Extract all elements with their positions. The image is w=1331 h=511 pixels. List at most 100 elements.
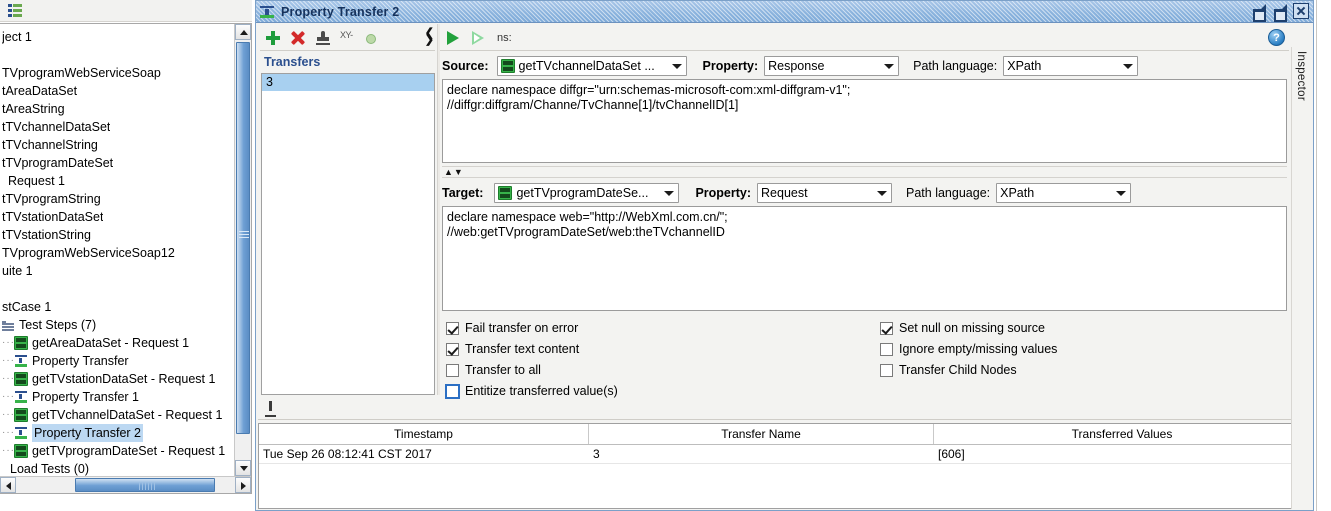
- tree-item[interactable]: [0, 280, 234, 298]
- scroll-up-arrow[interactable]: [235, 24, 251, 40]
- run-icon[interactable]: [445, 30, 461, 46]
- transfers-toolbar: XY- ❮ ❯: [260, 25, 435, 51]
- source-path-language-label: Path language:: [913, 59, 998, 73]
- source-property-dropdown[interactable]: Response: [764, 56, 900, 76]
- tree-item[interactable]: tAreaString: [0, 100, 234, 118]
- list-icon[interactable]: [8, 4, 24, 17]
- clear-icon[interactable]: [264, 401, 278, 417]
- transfer-log-table[interactable]: Timestamp Transfer Name Transferred Valu…: [258, 423, 1311, 509]
- tree-item[interactable]: ··· getAreaDataSet - Request 1: [0, 334, 234, 352]
- tree-item[interactable]: Request 1: [0, 172, 234, 190]
- checkbox[interactable]: [880, 363, 893, 377]
- stamp-icon[interactable]: [315, 30, 331, 46]
- target-step-dropdown[interactable]: getTVprogramDateSe...: [494, 183, 680, 203]
- tree-line: ···: [2, 427, 15, 438]
- option-entitize-transferred-values[interactable]: Entitize transferred value(s): [445, 383, 618, 399]
- tree-item[interactable]: ··· Property Transfer: [0, 352, 234, 370]
- target-label: Target:: [442, 186, 484, 200]
- horizontal-scroll-thumb[interactable]: [75, 478, 215, 492]
- collapse-chevrons-icon[interactable]: ❮ ❯: [425, 28, 434, 46]
- property-transfer-icon: [14, 354, 28, 368]
- tree-item[interactable]: tTVchannelDataSet: [0, 118, 234, 136]
- transfers-list[interactable]: 3: [261, 73, 435, 395]
- tree-item[interactable]: ··· getTVprogramDateSet - Request 1: [0, 442, 234, 460]
- option-set-null-on-missing-source[interactable]: Set null on missing source: [880, 321, 1045, 335]
- tree-item[interactable]: ··· getTVstationDataSet - Request 1: [0, 370, 234, 388]
- scroll-down-arrow[interactable]: [235, 460, 251, 476]
- target-path-language-dropdown[interactable]: XPath: [996, 183, 1132, 203]
- column-header-timestamp[interactable]: Timestamp: [259, 424, 589, 444]
- target-step-value: getTVprogramDateSe...: [516, 186, 649, 200]
- checkbox[interactable]: [446, 363, 459, 377]
- close-button[interactable]: [1293, 3, 1309, 19]
- x-icon[interactable]: [290, 30, 306, 46]
- tree-item[interactable]: tTVprogramDateSet: [0, 154, 234, 172]
- transfer-list-item[interactable]: 3: [262, 74, 434, 91]
- scroll-right-arrow[interactable]: [235, 477, 251, 493]
- option-transfer-child-nodes[interactable]: Transfer Child Nodes: [880, 363, 1017, 377]
- source-row: Source: getTVchannelDataSet ... Property…: [442, 55, 1287, 77]
- tree-item[interactable]: tAreaDataSet: [0, 82, 234, 100]
- chevron-down-icon: [1123, 64, 1134, 69]
- table-row[interactable]: Tue Sep 26 08:12:41 CST 2017 3 [606]: [259, 445, 1310, 464]
- screen-root: ject 1 TVprogramWebServiceSoap tAreaData…: [0, 0, 1331, 511]
- checkbox[interactable]: [446, 321, 459, 335]
- checkbox[interactable]: [880, 342, 893, 356]
- run-all-icon[interactable]: [470, 30, 486, 46]
- source-path-language-dropdown[interactable]: XPath: [1003, 56, 1139, 76]
- tree-item-property-transfer-2[interactable]: ··· Property Transfer 2: [0, 424, 234, 442]
- target-property-dropdown[interactable]: Request: [757, 183, 893, 203]
- maximize-button[interactable]: [1272, 3, 1288, 22]
- collapse-arrows-icon[interactable]: ▲▼: [444, 167, 464, 177]
- restore-down-button[interactable]: [1251, 3, 1267, 22]
- window-buttons: [1251, 3, 1309, 22]
- tree-item-load-tests[interactable]: Load Tests (0): [0, 460, 234, 476]
- column-header-transferred-values[interactable]: Transferred Values: [934, 424, 1310, 444]
- inspector-label[interactable]: Inspector: [1295, 51, 1307, 101]
- checkbox[interactable]: [880, 321, 893, 335]
- tree-item[interactable]: tTVprogramString: [0, 190, 234, 208]
- tree-item[interactable]: ject 1: [0, 28, 234, 46]
- tree-line: ···: [2, 409, 15, 420]
- tree-item[interactable]: ··· getTVchannelDataSet - Request 1: [0, 406, 234, 424]
- chevron-down-icon: [1116, 191, 1127, 196]
- tree-item[interactable]: tTVstationString: [0, 226, 234, 244]
- vertical-scroll-thumb[interactable]: [236, 42, 250, 434]
- option-fail-transfer-on-error[interactable]: Fail transfer on error: [446, 321, 578, 335]
- source-label: Source:: [442, 59, 489, 73]
- chevron-down-icon: [884, 64, 895, 69]
- target-query-editor[interactable]: declare namespace web="http://WebXml.com…: [442, 206, 1287, 311]
- navigator-vertical-scrollbar[interactable]: [234, 24, 251, 476]
- scroll-left-arrow[interactable]: [0, 477, 16, 493]
- navigator-toolbar: [0, 0, 252, 22]
- option-ignore-empty-missing-values[interactable]: Ignore empty/missing values: [880, 342, 1057, 356]
- plus-icon[interactable]: [265, 30, 281, 46]
- target-property-label: Property:: [695, 186, 752, 200]
- option-transfer-to-all[interactable]: Transfer to all: [446, 363, 541, 377]
- option-transfer-text-content[interactable]: Transfer text content: [446, 342, 579, 356]
- tree-item[interactable]: stCase 1: [0, 298, 234, 316]
- source-target-splitter[interactable]: ▲▼: [442, 166, 1287, 178]
- tree-item[interactable]: TVprogramWebServiceSoap12: [0, 244, 234, 262]
- transfer-editor: ns: ? Source: getTVchannelDataSet ... Pr…: [440, 25, 1289, 399]
- project-tree[interactable]: ject 1 TVprogramWebServiceSoap tAreaData…: [0, 23, 252, 494]
- source-query-editor[interactable]: declare namespace diffgr="urn:schemas-mi…: [442, 79, 1287, 163]
- folder-icon: [2, 320, 15, 331]
- source-path-language-value: XPath: [1007, 59, 1042, 73]
- checkbox[interactable]: [446, 342, 459, 356]
- tree-item[interactable]: tTVstationDataSet: [0, 208, 234, 226]
- xy-icon[interactable]: XY-: [340, 30, 353, 46]
- help-icon[interactable]: ?: [1268, 29, 1285, 46]
- checkbox[interactable]: [445, 383, 460, 399]
- source-step-dropdown[interactable]: getTVchannelDataSet ...: [496, 56, 687, 76]
- tree-item[interactable]: [0, 46, 234, 64]
- tree-item[interactable]: uite 1: [0, 262, 234, 280]
- dot-icon[interactable]: [362, 30, 378, 46]
- tree-item[interactable]: tTVchannelString: [0, 136, 234, 154]
- tree-item[interactable]: ··· Property Transfer 1: [0, 388, 234, 406]
- column-header-transfer-name[interactable]: Transfer Name: [589, 424, 934, 444]
- navigator-horizontal-scrollbar[interactable]: [0, 476, 251, 493]
- tree-item[interactable]: TVprogramWebServiceSoap: [0, 64, 234, 82]
- tree-item-test-steps[interactable]: Test Steps (7): [0, 316, 234, 334]
- inspector-strip[interactable]: Inspector: [1291, 47, 1312, 509]
